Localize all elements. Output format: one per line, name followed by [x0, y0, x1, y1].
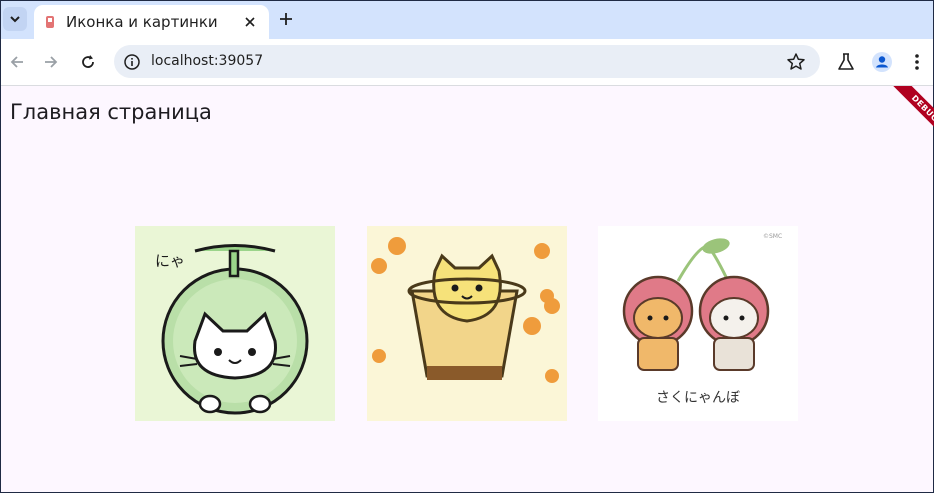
address-bar[interactable]: localhost:39057	[114, 45, 820, 78]
site-info-icon[interactable]	[123, 53, 141, 71]
cat-in-pudding-cup-image	[367, 226, 567, 421]
labs-flask-icon[interactable]	[835, 51, 857, 73]
tab-strip: Иконка и картинки	[1, 1, 933, 39]
tab-search-button[interactable]	[3, 7, 27, 31]
cat-in-melon-image: にゃ	[135, 226, 335, 421]
active-tab[interactable]: Иконка и картинки	[34, 5, 269, 39]
back-icon[interactable]	[7, 52, 27, 72]
profile-avatar-icon[interactable]	[871, 51, 893, 73]
cats-as-cherries-caption: さくにゃんぼ	[656, 390, 740, 406]
browser-toolbar: localhost:39057	[1, 39, 933, 86]
menu-kebab-icon[interactable]	[906, 51, 928, 73]
debug-banner-label: DEBUG	[888, 86, 934, 145]
bookmark-star-icon[interactable]	[786, 52, 806, 72]
forward-icon[interactable]	[41, 52, 61, 72]
page-title: Главная страница	[10, 100, 212, 124]
cats-as-cherries-copyright: ©SMC	[763, 233, 782, 240]
close-tab-icon[interactable]	[241, 13, 259, 31]
url-text: localhost:39057	[151, 53, 264, 69]
debug-banner: DEBUG	[874, 86, 934, 146]
cat-in-melon-text: にゃ	[155, 252, 185, 270]
chevron-down-icon	[10, 16, 20, 23]
new-tab-icon[interactable]	[276, 9, 296, 29]
cats-as-cherries-image: ©SMC さくにゃんぼ	[598, 226, 798, 421]
flutter-favicon-icon	[46, 16, 54, 28]
tab-title: Иконка и картинки	[66, 13, 218, 31]
reload-icon[interactable]	[78, 52, 98, 72]
